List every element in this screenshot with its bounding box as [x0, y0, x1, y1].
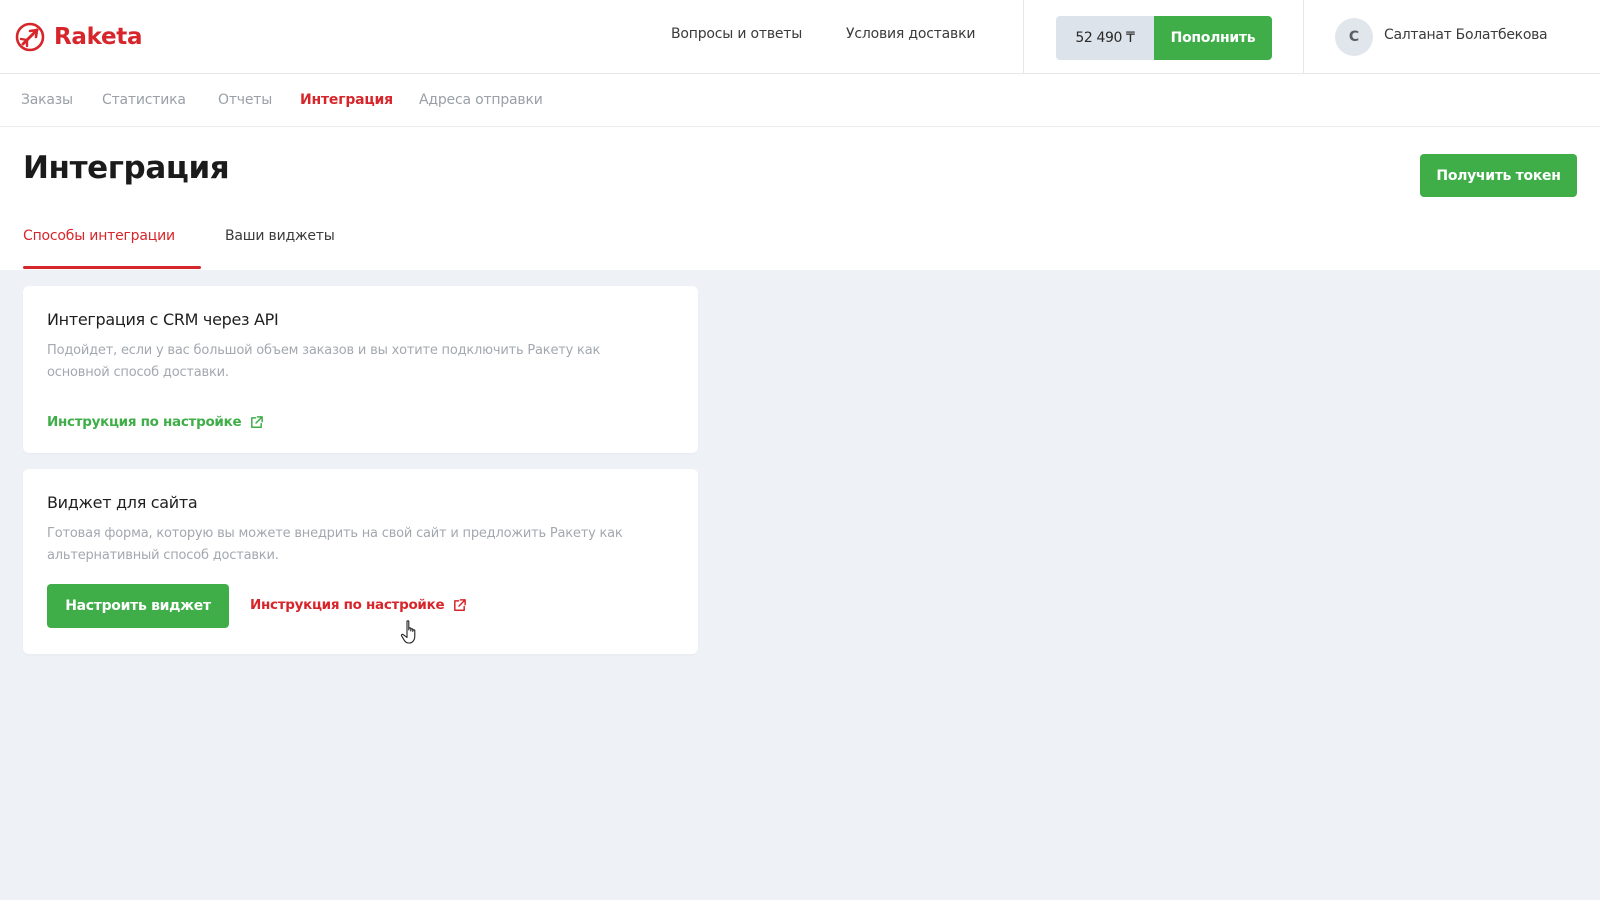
active-tab-indicator — [23, 266, 201, 269]
card-title: Виджет для сайта — [47, 493, 198, 512]
logo[interactable]: Raketa — [14, 20, 143, 54]
site-widget-card: Виджет для сайта Готовая форма, которую … — [23, 469, 698, 654]
page-title: Интеграция — [23, 150, 230, 186]
balance-display: 52 490 ₸ — [1056, 16, 1154, 60]
link-label: Инструкция по настройке — [47, 414, 242, 430]
subnav-item-reports[interactable]: Отчеты — [218, 92, 272, 108]
nav-delivery-terms-link[interactable]: Условия доставки — [846, 26, 975, 48]
header-divider — [1303, 0, 1304, 74]
tab-integration-methods[interactable]: Способы интеграции — [23, 228, 175, 244]
subnav-item-statistics[interactable]: Статистика — [102, 92, 186, 108]
link-label: Инструкция по настройке — [250, 597, 445, 613]
user-name[interactable]: Салтанат Болатбекова — [1384, 27, 1548, 43]
setup-instructions-link[interactable]: Инструкция по настройке — [250, 597, 467, 613]
sub-navigation: Заказы Статистика Отчеты Интеграция Адре… — [0, 75, 1600, 127]
rocket-logo-icon — [15, 22, 45, 52]
card-title: Интеграция с CRM через API — [47, 310, 279, 329]
top-header: Raketa Вопросы и ответы Условия доставки… — [0, 0, 1600, 74]
tab-your-widgets[interactable]: Ваши виджеты — [225, 228, 335, 244]
subnav-item-integration[interactable]: Интеграция — [300, 92, 393, 108]
setup-widget-button[interactable]: Настроить виджет — [47, 584, 229, 628]
main-content: Интеграция с CRM через API Подойдет, есл… — [0, 270, 1600, 900]
hand-pointer-icon — [400, 620, 416, 644]
header-divider — [1023, 0, 1024, 74]
brand-name: Raketa — [54, 24, 143, 50]
subnav-item-addresses[interactable]: Адреса отправки — [419, 92, 543, 108]
avatar[interactable]: С — [1335, 18, 1373, 56]
external-link-icon — [454, 598, 467, 611]
crm-api-card: Интеграция с CRM через API Подойдет, есл… — [23, 286, 698, 453]
external-link-icon — [251, 415, 264, 428]
card-description: Подойдет, если у вас большой объем заказ… — [47, 343, 601, 380]
card-description: Готовая форма, которую вы можете внедрит… — [47, 526, 623, 563]
subnav-item-orders[interactable]: Заказы — [21, 92, 73, 108]
topup-button[interactable]: Пополнить — [1154, 16, 1272, 60]
get-token-button[interactable]: Получить токен — [1420, 154, 1577, 197]
setup-instructions-link[interactable]: Инструкция по настройке — [47, 414, 264, 430]
nav-faq-link[interactable]: Вопросы и ответы — [671, 26, 802, 48]
